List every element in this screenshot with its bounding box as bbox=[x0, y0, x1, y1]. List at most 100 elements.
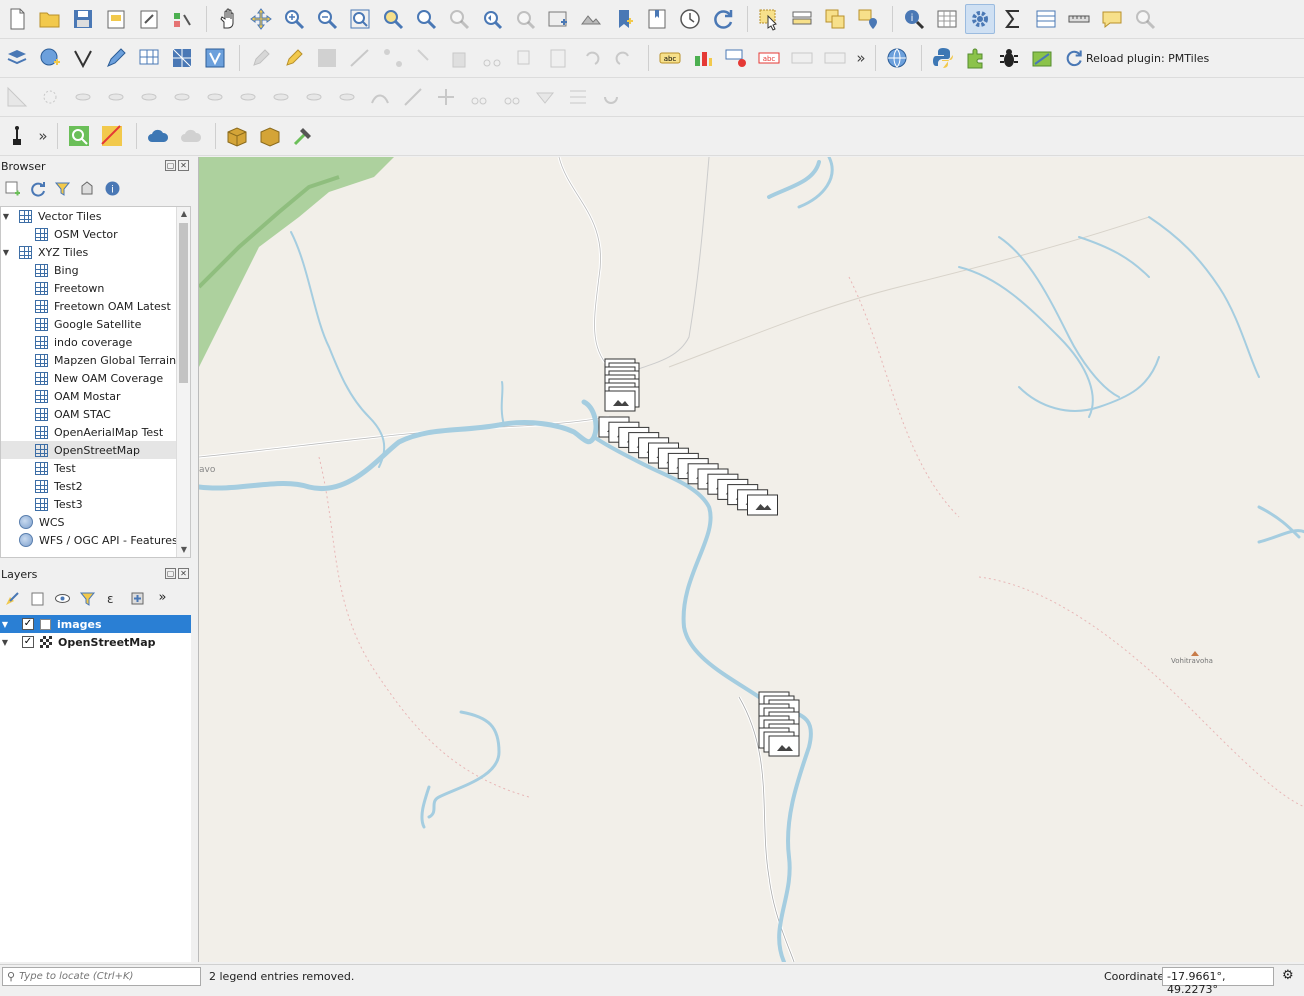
add-vector-layer-button[interactable] bbox=[68, 43, 98, 73]
layer-visibility-checkbox[interactable]: ✓ bbox=[22, 636, 34, 648]
browser-item[interactable]: Test bbox=[1, 459, 190, 477]
measure-button[interactable] bbox=[1064, 4, 1094, 34]
browser-item[interactable]: Bing bbox=[1, 261, 190, 279]
modify-attributes-button[interactable] bbox=[411, 43, 441, 73]
browser-item[interactable]: OpenAerialMap Test bbox=[1, 423, 190, 441]
browser-item[interactable]: OpenStreetMap bbox=[1, 441, 190, 459]
browser-item[interactable]: ▼ Vector Tiles bbox=[1, 207, 190, 225]
data-source-manager-button[interactable] bbox=[2, 43, 32, 73]
add-layer-button[interactable] bbox=[35, 43, 65, 73]
pan-map-button[interactable] bbox=[213, 4, 243, 34]
expand-arrow-icon[interactable]: ▼ bbox=[0, 620, 10, 629]
style-manager-button[interactable] bbox=[167, 4, 197, 34]
georeferencer-button[interactable] bbox=[1027, 43, 1057, 73]
merge-features-button[interactable] bbox=[530, 82, 560, 112]
zoom-full-button[interactable] bbox=[345, 4, 375, 34]
usb-plugin-button[interactable] bbox=[2, 121, 32, 151]
expand-all-icon[interactable] bbox=[129, 590, 146, 607]
select-location-button[interactable] bbox=[853, 4, 883, 34]
layer-style-icon[interactable] bbox=[4, 590, 21, 607]
collapse-all-icon[interactable] bbox=[79, 180, 96, 197]
copy-button[interactable] bbox=[510, 43, 540, 73]
reshape-button[interactable] bbox=[332, 82, 362, 112]
fill-ring-button[interactable] bbox=[233, 82, 263, 112]
map-swipe-button[interactable] bbox=[97, 121, 127, 151]
move-label-button[interactable] bbox=[787, 43, 817, 73]
manage-visibility-icon[interactable] bbox=[54, 590, 71, 607]
filter-icon[interactable] bbox=[54, 180, 71, 197]
layout-manager-button[interactable] bbox=[134, 4, 164, 34]
delete-selected-button[interactable] bbox=[444, 43, 474, 73]
box-plugin-button[interactable] bbox=[222, 121, 252, 151]
add-ring-button[interactable] bbox=[167, 82, 197, 112]
trim-extend-button[interactable] bbox=[431, 82, 461, 112]
reload-plugin-button[interactable]: Reload plugin: PMTiles bbox=[1060, 43, 1213, 73]
filter-legend-icon[interactable] bbox=[79, 590, 96, 607]
scroll-down-arrow-icon[interactable]: ▼ bbox=[177, 543, 190, 557]
zoom-to-selection-button[interactable] bbox=[378, 4, 408, 34]
browser-item[interactable]: OAM STAC bbox=[1, 405, 190, 423]
undock-icon[interactable]: ▢ bbox=[165, 160, 176, 171]
browser-item[interactable]: Test3 bbox=[1, 495, 190, 513]
split-parts-button[interactable] bbox=[497, 82, 527, 112]
browser-item[interactable]: Test2 bbox=[1, 477, 190, 495]
identify-button[interactable]: i bbox=[899, 4, 929, 34]
statistics-button[interactable] bbox=[998, 4, 1028, 34]
simplify-button[interactable] bbox=[134, 82, 164, 112]
cloud-upload-button[interactable] bbox=[143, 121, 173, 151]
undock-icon[interactable]: ▢ bbox=[165, 568, 176, 579]
browser-item[interactable]: Google Satellite bbox=[1, 315, 190, 333]
browser-item[interactable]: WCS bbox=[1, 513, 190, 531]
rotate-feature-button[interactable] bbox=[101, 82, 131, 112]
browser-item[interactable]: New OAM Coverage bbox=[1, 369, 190, 387]
toggle-editing-button[interactable] bbox=[279, 43, 309, 73]
select-features-button[interactable] bbox=[754, 4, 784, 34]
close-icon[interactable]: ✕ bbox=[178, 160, 189, 171]
browser-item[interactable]: OAM Mostar bbox=[1, 387, 190, 405]
locator-bar[interactable]: ⚲ bbox=[2, 967, 201, 986]
save-project-button[interactable] bbox=[68, 4, 98, 34]
zoom-native-button[interactable] bbox=[444, 4, 474, 34]
browser-scroll-thumb[interactable] bbox=[179, 223, 188, 383]
toolbar-overflow-chevron[interactable]: » bbox=[853, 49, 869, 67]
select-by-value-button[interactable] bbox=[787, 4, 817, 34]
browser-item[interactable]: indo coverage bbox=[1, 333, 190, 351]
toolbar-row4-overflow-chevron[interactable]: » bbox=[35, 127, 51, 145]
add-feature-button[interactable] bbox=[345, 43, 375, 73]
show-hide-labels-button[interactable] bbox=[820, 43, 850, 73]
open-table-button[interactable] bbox=[1031, 4, 1061, 34]
map-tips-button[interactable] bbox=[1097, 4, 1127, 34]
split-features-button[interactable] bbox=[464, 82, 494, 112]
expand-arrow-icon[interactable]: ▼ bbox=[1, 248, 11, 257]
add-mesh-button[interactable] bbox=[167, 43, 197, 73]
close-icon[interactable]: ✕ bbox=[178, 568, 189, 579]
zoom-next-button[interactable] bbox=[510, 4, 540, 34]
new-print-layout-button[interactable] bbox=[101, 4, 131, 34]
expand-arrow-icon[interactable]: ▼ bbox=[0, 638, 10, 647]
refresh-button[interactable] bbox=[708, 4, 738, 34]
delete-part-button[interactable] bbox=[299, 82, 329, 112]
filter-expression-icon[interactable]: ε bbox=[104, 590, 121, 607]
coordinate-field[interactable]: -17.9661°, 49.2273° bbox=[1162, 967, 1274, 996]
refresh-icon[interactable] bbox=[29, 180, 46, 197]
browser-item[interactable]: Freetown bbox=[1, 279, 190, 297]
cloud-sync-button[interactable] bbox=[176, 121, 206, 151]
temporal-controller-button[interactable] bbox=[675, 4, 705, 34]
scroll-up-arrow-icon[interactable]: ▲ bbox=[177, 207, 190, 221]
new-map-view-button[interactable] bbox=[543, 4, 573, 34]
add-part-button[interactable] bbox=[200, 82, 230, 112]
browser-item[interactable]: OSM Vector bbox=[1, 225, 190, 243]
undo-button[interactable] bbox=[576, 43, 606, 73]
plugin-manager-button[interactable] bbox=[961, 43, 991, 73]
zoom-last-button[interactable] bbox=[477, 4, 507, 34]
rotate-symbols-button[interactable] bbox=[596, 82, 626, 112]
search-plugin-button[interactable] bbox=[64, 121, 94, 151]
current-edits-button[interactable] bbox=[246, 43, 276, 73]
processing-toolbox-button[interactable] bbox=[965, 4, 995, 34]
diagram-button[interactable] bbox=[688, 43, 718, 73]
messages-icon[interactable]: ⚙ bbox=[1282, 968, 1294, 983]
save-edits-button[interactable] bbox=[312, 43, 342, 73]
info-icon[interactable]: i bbox=[104, 180, 121, 197]
label-toolbar-button[interactable]: abc bbox=[655, 43, 685, 73]
browser-item[interactable]: ▼ XYZ Tiles bbox=[1, 243, 190, 261]
